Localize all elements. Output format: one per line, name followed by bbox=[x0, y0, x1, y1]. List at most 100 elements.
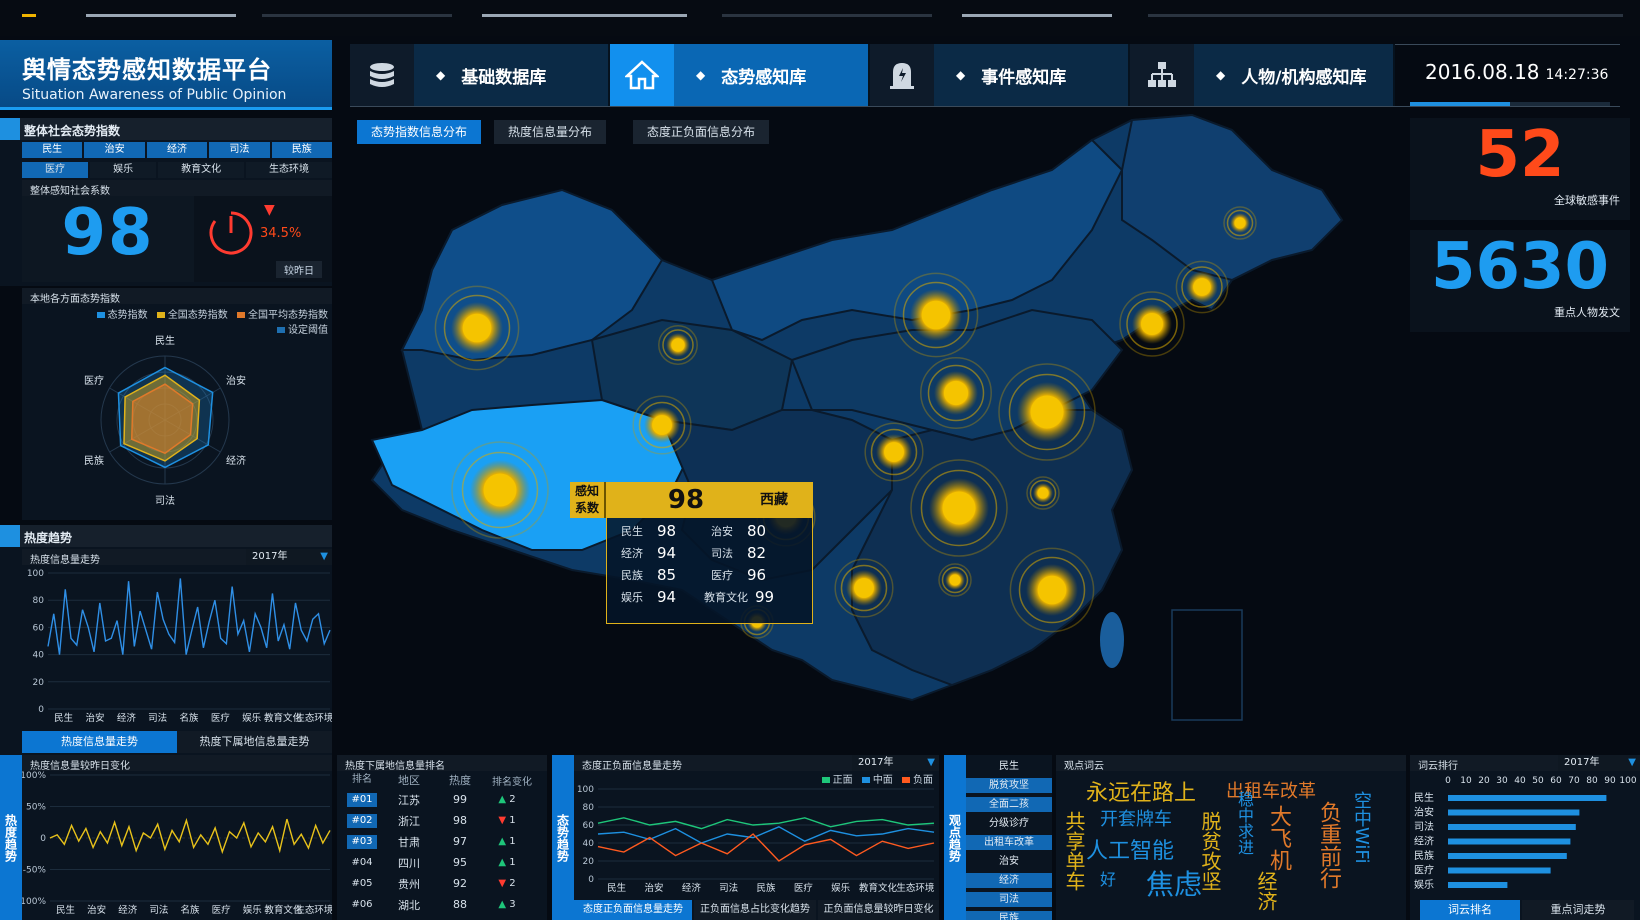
database-icon bbox=[350, 44, 414, 106]
heat-tab-region[interactable]: 热度下属地信息量走势 bbox=[177, 731, 332, 753]
bar bbox=[1448, 853, 1567, 859]
popup-key: 民生 bbox=[621, 525, 643, 538]
category-tab[interactable]: 医疗 bbox=[22, 162, 89, 178]
x-tick-label: 司法 bbox=[719, 882, 738, 894]
category-tab[interactable]: 生态环境 bbox=[246, 162, 332, 178]
series-line-2 bbox=[597, 833, 935, 862]
keyword-item[interactable]: 全面二孩 bbox=[966, 797, 1052, 812]
popup-val: 80 bbox=[747, 522, 767, 540]
attitude-year-select[interactable]: 2017年 ▼ bbox=[852, 755, 939, 771]
bar-category-label: 娱乐 bbox=[1414, 878, 1434, 891]
app-subtitle: Situation Awareness of Public Opinion bbox=[22, 87, 287, 103]
nav-item-base-database[interactable]: ◆ 基础数据库 bbox=[350, 44, 610, 106]
keyword-item[interactable]: 治安 bbox=[966, 854, 1052, 869]
keyword-item[interactable]: 民族 bbox=[966, 911, 1052, 920]
local-index-panel: 本地各方面态势指数 态势指数 全国态势指数 全国平均态势指数 设定阈值 民生 治安… bbox=[22, 288, 332, 520]
x-tick-label: 90 bbox=[1604, 776, 1616, 786]
rank-row[interactable]: #03 甘肃 97 ▲ 1 bbox=[337, 831, 547, 852]
y-tick-label: 0 bbox=[38, 705, 44, 715]
word-cloud-panel: 观点词云 永远在路上 出租车改革 开套牌车 人工智能 焦虑 共享单车 脱贫攻坚 大飞机 负重前行… bbox=[1056, 755, 1406, 920]
app-title: 舆情态势感知数据平台 bbox=[22, 56, 272, 84]
category-tab[interactable]: 教育文化 bbox=[158, 162, 245, 178]
x-tick-label: 50 bbox=[1532, 776, 1544, 786]
rank-heat: 88 bbox=[453, 898, 467, 911]
popup-key: 经济 bbox=[621, 547, 643, 560]
popup-key: 治安 bbox=[711, 525, 733, 538]
heat-tab-trend[interactable]: 热度信息量走势 bbox=[22, 731, 177, 753]
china-map[interactable] bbox=[332, 110, 1410, 755]
attitude-year-value: 2017年 bbox=[858, 757, 894, 768]
cloud-word[interactable]: 稳中求进 bbox=[1232, 791, 1256, 855]
app-brand: 舆情态势感知数据平台 Situation Awareness of Public… bbox=[0, 40, 332, 110]
category-tab[interactable]: 经济 bbox=[146, 142, 208, 158]
cloud-word[interactable]: 负重前行 bbox=[1312, 801, 1344, 889]
popup-key: 民族 bbox=[621, 569, 643, 582]
rank-col-heat: 热度 bbox=[449, 774, 471, 787]
cloud-word[interactable]: 开套牌车 bbox=[1100, 805, 1172, 831]
rank-heat: 92 bbox=[453, 877, 467, 890]
bar bbox=[1448, 867, 1551, 874]
hotspot-marker bbox=[884, 442, 904, 462]
word-rank-year-select[interactable]: 2017年 ▼ bbox=[1558, 755, 1640, 771]
keyword-item[interactable]: 分级诊疗 bbox=[966, 816, 1052, 831]
category-tab[interactable]: 司法 bbox=[209, 142, 270, 158]
y-tick-label: 50% bbox=[26, 803, 46, 813]
cloud-word[interactable]: 共享单车 bbox=[1060, 811, 1089, 891]
attitude-tab-ratio[interactable]: 正负面信息占比变化趋势 bbox=[694, 900, 816, 920]
x-tick-label: 治安 bbox=[85, 712, 104, 724]
hotspot-marker bbox=[854, 578, 874, 598]
rank-no: #01 bbox=[347, 792, 377, 807]
word-rank-tab-rank[interactable]: 词云排名 bbox=[1420, 900, 1520, 920]
global-events-value: 52 bbox=[1475, 118, 1565, 192]
rank-row[interactable]: #05 贵州 92 ▼ 2 bbox=[337, 873, 547, 894]
chevron-down-icon: ▼ bbox=[927, 757, 935, 768]
keyword-item[interactable]: 出租车改革 bbox=[966, 835, 1052, 850]
keyword-item[interactable]: 民生 bbox=[966, 759, 1052, 774]
category-tab[interactable]: 民生 bbox=[22, 142, 83, 158]
y-tick-label: 40 bbox=[583, 839, 595, 849]
nav-item-event-awareness[interactable]: ◆ 事件感知库 bbox=[870, 44, 1130, 106]
keyword-item[interactable]: 脱贫攻坚 bbox=[966, 778, 1052, 793]
keyword-item[interactable]: 司法 bbox=[966, 892, 1052, 907]
rank-row[interactable]: #01 江苏 99 ▲ 2 bbox=[337, 789, 547, 810]
popup-key: 司法 bbox=[711, 547, 733, 560]
y-tick-label: 20 bbox=[33, 678, 45, 688]
cloud-word[interactable]: 焦虑 bbox=[1146, 863, 1202, 903]
category-row-2: 医疗 娱乐 教育文化 生态环境 bbox=[22, 160, 332, 180]
map-region-taiwan bbox=[1100, 612, 1124, 668]
category-tab[interactable]: 治安 bbox=[84, 142, 145, 158]
region-popup: 感知系数 98 西藏 民生 98 治安 80 经济 94 司法 82 民族 85 医疗 96… bbox=[570, 482, 813, 624]
attitude-tab-trend[interactable]: 态度正负面信息量走势 bbox=[574, 900, 692, 920]
cloud-word[interactable]: 人工智能 bbox=[1086, 833, 1174, 865]
x-tick-label: 生态环境 bbox=[896, 882, 935, 894]
date-text: 2016.08.18 bbox=[1425, 60, 1540, 84]
series-line-0 bbox=[49, 817, 331, 855]
rank-area: 江苏 bbox=[398, 793, 420, 807]
x-tick-label: 名族 bbox=[179, 712, 199, 724]
cloud-word[interactable]: 空中WiFi bbox=[1348, 791, 1374, 863]
attitude-tab-compare[interactable]: 正负面信息量较昨日变化 bbox=[818, 900, 939, 920]
rank-row[interactable]: #02 浙江 98 ▼ 1 bbox=[337, 810, 547, 831]
cloud-word[interactable]: 永远在路上 bbox=[1086, 775, 1196, 807]
rank-row[interactable]: #04 四川 95 ▲ 1 bbox=[337, 852, 547, 873]
word-rank-tab-trend[interactable]: 重点词走势 bbox=[1522, 900, 1634, 920]
alert-icon bbox=[870, 44, 934, 106]
legend-item: 全国平均态势指数 bbox=[248, 310, 328, 321]
category-tab[interactable]: 娱乐 bbox=[90, 162, 157, 178]
cloud-word[interactable]: 脱贫攻坚 bbox=[1196, 811, 1225, 891]
cloud-word[interactable]: 大飞机 bbox=[1262, 805, 1294, 871]
keyword-item[interactable]: 经济 bbox=[966, 873, 1052, 888]
nav-label: 事件感知库 bbox=[981, 67, 1067, 88]
year-select[interactable]: 2017年 ▼ bbox=[246, 549, 332, 565]
nav-item-situation-awareness[interactable]: ◆ 态势感知库 bbox=[610, 44, 870, 106]
rank-row[interactable]: #06 湖北 88 ▲ 3 bbox=[337, 894, 547, 915]
x-tick-label: 娱乐 bbox=[831, 882, 851, 894]
cloud-word[interactable]: 好 bbox=[1094, 871, 1118, 887]
nav-item-person-org-awareness[interactable]: ◆ 人物/机构感知库 bbox=[1130, 44, 1395, 106]
radar-axis-label: 司法 bbox=[155, 494, 175, 507]
x-tick-label: 生态环境 bbox=[295, 712, 332, 724]
x-tick-label: 名族 bbox=[180, 904, 200, 916]
rank-change-value: 1 bbox=[509, 836, 516, 847]
category-tab[interactable]: 民族 bbox=[271, 142, 332, 158]
cloud-word[interactable]: 经济 bbox=[1252, 871, 1281, 911]
